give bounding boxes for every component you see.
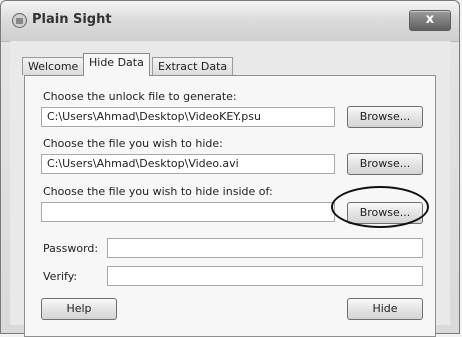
unlock-browse-button[interactable]: Browse... [347, 106, 423, 128]
tab-welcome[interactable]: Welcome [22, 57, 85, 75]
hide-file-field[interactable]: C:\Users\Ahmad\Desktop\Video.avi [41, 154, 335, 174]
tab-extract-data[interactable]: Extract Data [152, 57, 234, 75]
window-title: Plain Sight [32, 12, 112, 27]
carrier-file-label: Choose the file you wish to hide inside … [43, 185, 273, 198]
help-button[interactable]: Help [41, 298, 117, 320]
app-icon [12, 13, 27, 28]
close-icon: x [425, 12, 435, 27]
tab-hide-data[interactable]: Hide Data [83, 53, 150, 76]
unlock-file-field[interactable]: C:\Users\Ahmad\Desktop\VideoKEY.psu [41, 107, 335, 127]
verify-label: Verify: [43, 270, 78, 283]
password-label: Password: [43, 242, 99, 255]
client-area: Welcome Hide Data Extract Data Choose th… [10, 41, 450, 337]
hide-button[interactable]: Hide [347, 298, 423, 320]
app-window: Plain Sight x Welcome Hide Data Extract … [0, 0, 460, 337]
verify-field[interactable] [107, 266, 423, 286]
title-bar: Plain Sight x [1, 1, 459, 42]
hide-file-browse-button[interactable]: Browse... [347, 153, 423, 175]
close-button[interactable]: x [409, 10, 451, 31]
highlight-circle [331, 186, 429, 228]
hide-file-label: Choose the file you wish to hide: [43, 137, 223, 150]
unlock-file-label: Choose the unlock file to generate: [43, 90, 237, 103]
carrier-file-field[interactable] [41, 202, 335, 222]
password-field[interactable] [107, 238, 423, 258]
